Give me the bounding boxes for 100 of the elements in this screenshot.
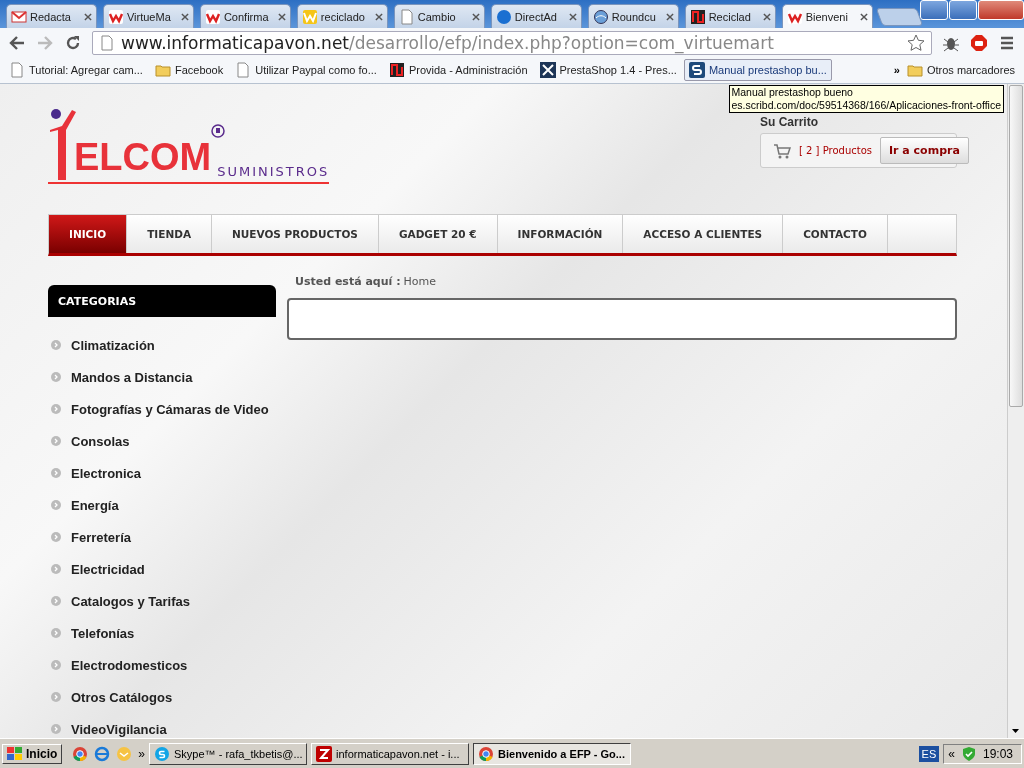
category-link[interactable]: Catalogos y Tarifas [48,585,276,617]
category-link[interactable]: Electronica [48,457,276,489]
close-icon[interactable] [859,12,868,21]
frame-icon [388,62,405,78]
chrome-icon [72,746,89,762]
more-shortcuts-button[interactable]: » [138,747,146,761]
menu-item[interactable]: GADGET 20 € [378,215,498,253]
tooltip: Manual prestashop bueno es.scribd.com/doc/59514368/166/Aplicaciones-front-office [728,85,1004,113]
bookmark[interactable]: Utilizar Paypal como fo... [230,59,382,81]
bullet-icon [51,564,61,574]
frame-icon [689,8,706,25]
taskbar-button[interactable]: Skype™ - rafa_tkbetis@... [149,743,308,765]
more-bookmarks-button[interactable]: » [893,64,900,76]
star-icon[interactable] [907,33,925,52]
maximize-button[interactable] [949,0,978,20]
bookmark[interactable]: Provida - Administración [383,59,533,81]
close-icon[interactable] [665,12,674,21]
bullet-icon [51,500,61,510]
back-icon[interactable] [8,33,26,52]
taskbar-button[interactable]: Bienvenido a EFP - Go... [473,743,632,765]
bookmark[interactable]: Manual prestashop bu... [683,59,832,81]
tray-expand-button[interactable]: « [948,747,955,761]
browser-tab[interactable]: VirtueMa [102,4,194,28]
close-icon[interactable] [374,12,383,21]
bookmark[interactable]: PrestaShop 1.4 - Pres... [534,59,682,81]
bookmark[interactable]: Facebook [149,59,229,81]
close-icon[interactable] [471,12,480,21]
filezilla-icon [316,746,333,762]
bullet-icon [51,404,61,414]
wave-icon [786,8,803,25]
bullet-icon [51,628,61,638]
language-indicator[interactable]: ES [918,746,940,762]
windows-logo-icon [7,747,23,761]
close-icon[interactable] [568,12,577,21]
bookmark[interactable]: Tutorial: Agregar cam... [4,59,148,81]
wave-icon [301,8,318,25]
skype-icon [154,746,171,762]
category-link[interactable]: Otros Catálogos [48,681,276,713]
browser-tab[interactable]: Cambio [393,4,485,28]
browser-e-icon[interactable] [94,746,111,762]
new-tab-button[interactable] [875,8,924,26]
mail-icon [11,8,27,25]
close-icon[interactable] [277,12,286,21]
category-link[interactable]: Electrodomesticos [48,649,276,681]
browser-tab[interactable]: reciclado [296,4,388,28]
menu-item[interactable]: NUEVOS PRODUCTOS [212,215,379,253]
category-link[interactable]: Telefonías [48,617,276,649]
start-button[interactable]: Inicio [2,744,63,764]
category-link[interactable]: Ferretería [48,521,276,553]
category-link[interactable]: VideoVigilancia [48,713,276,738]
menu-item[interactable]: CONTACTO [783,215,888,253]
minimize-button[interactable] [920,0,949,20]
stop-sign-icon[interactable] [970,33,988,52]
bullet-icon [51,692,61,702]
browser-tab[interactable]: Redacta [6,4,97,28]
category-link[interactable]: Energía [48,489,276,521]
category-link[interactable]: Fotografías y Cámaras de Video [48,393,276,425]
scrollbar[interactable] [1007,84,1024,738]
browser-tab[interactable]: Bienveni [781,4,873,28]
close-icon[interactable] [180,12,189,21]
chrome-icon [478,746,495,762]
taskbar-button[interactable]: informaticapavon.net - i... [311,743,470,765]
logo-name: ELCOM [74,138,212,176]
shield-check-icon[interactable] [960,746,977,762]
close-window-button[interactable] [978,0,1024,20]
bullet-icon [51,372,61,382]
logo-tagline: SUMINISTROS [217,164,330,179]
category-link[interactable]: Consolas [48,425,276,457]
categories-header: CATEGORIAS [48,285,276,317]
close-icon[interactable] [83,12,92,21]
browser-tab[interactable]: DirectAd [490,4,582,28]
cart-count[interactable]: [ 2 ] Productos [799,145,872,156]
wave-icon [204,8,221,25]
wave-icon [107,8,124,25]
page-icon [9,62,25,78]
category-link[interactable]: Climatización [48,329,276,361]
bullet-icon [51,436,61,446]
circle-icon [495,8,512,25]
menu-item[interactable]: INICIO [49,215,128,253]
bullet-icon [51,340,61,350]
menu-item[interactable]: INFORMACIÓN [497,215,624,253]
browser-tab[interactable]: Reciclad [684,4,776,28]
cart-title: Su Carrito [760,115,819,129]
browser-tab[interactable]: Confirma [199,4,291,28]
close-icon[interactable] [762,12,771,21]
bullet-icon [51,596,61,606]
folder-icon [154,62,171,78]
bullet-icon [51,468,61,478]
menu-item[interactable]: TIENDA [127,215,212,253]
s-logo-icon [688,62,705,78]
address-bar[interactable]: www.informaticapavon.net/desarrollo/efp/index.php?option=com_virtuemart [92,30,932,55]
globe-icon [592,8,609,25]
bullet-icon [51,660,61,670]
bookmark-folder[interactable]: Otros marcadores [901,59,1020,81]
checkout-button[interactable]: Ir a compra [880,137,969,164]
category-link[interactable]: Mandos a Distancia [48,361,276,393]
menu-item[interactable]: ACCESO A CLIENTES [623,215,784,253]
reload-icon[interactable] [64,33,82,52]
category-link[interactable]: Electricidad [48,553,276,585]
browser-tab[interactable]: Roundcu [587,4,679,28]
